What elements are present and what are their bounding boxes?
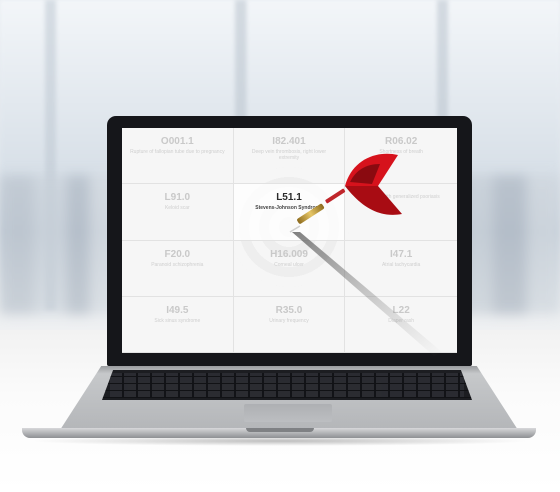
code-description: Rupture of fallopian tube due to pregnan… <box>130 149 225 155</box>
code-description: Keloid scar <box>164 205 190 212</box>
keyboard-key-rows <box>102 370 472 400</box>
code-description: …ments with generalized psoriasis <box>362 194 440 201</box>
code-label: I82.401 <box>272 136 306 147</box>
code-cell: O001.1 Rupture of fallopian tube due to p… <box>122 128 234 185</box>
code-cell: I49.5 Sick sinus syndrome <box>122 296 234 353</box>
code-label: H16.009 <box>270 248 308 260</box>
code-label: R06.02 <box>385 136 418 147</box>
code-label: L22 <box>392 304 410 316</box>
code-description: Deep vein thrombosis, right lower extrem… <box>251 149 327 161</box>
code-label: L91.0 <box>164 192 191 204</box>
code-label: O001.1 <box>160 136 194 147</box>
code-cell: …ments with generalized psoriasis <box>345 184 457 241</box>
code-cell: H16.009 Corneal ulcer <box>233 240 346 297</box>
code-label: F20.0 <box>164 248 191 260</box>
laptop-screen: O001.1 Rupture of fallopian tube due to p… <box>122 128 457 353</box>
code-label: I47.1 <box>390 248 413 260</box>
code-cell: I82.401 Deep vein thrombosis, right lower… <box>233 128 346 185</box>
code-description: Sick sinus syndrome <box>154 317 201 324</box>
code-description: Shortness of breath <box>379 149 423 155</box>
code-description: Paranoid schizophrenia <box>151 261 204 268</box>
code-cell: F20.0 Paranoid schizophrenia <box>122 240 234 297</box>
code-cell: L91.0 Keloid scar <box>122 184 234 241</box>
code-description: Atrial tachycardia <box>381 261 421 268</box>
code-label: I49.5 <box>166 304 189 316</box>
code-cell: R06.02 Shortness of breath <box>345 128 457 185</box>
code-description: Urinary frequency <box>269 317 309 324</box>
code-cell-target: L51.1 Stevens-Johnson Syndrome <box>233 184 346 241</box>
code-cell: R35.0 Urinary frequency <box>233 296 346 353</box>
code-description: Stevens-Johnson Syndrome <box>255 205 323 212</box>
laptop-trackpad <box>244 404 332 422</box>
code-cell: I47.1 Atrial tachycardia <box>345 241 457 297</box>
laptop-opening-notch <box>246 428 314 432</box>
code-description: Corneal ulcer <box>274 261 304 268</box>
code-cell: L22 Diaper rash <box>345 297 457 353</box>
diagnosis-code-grid: O001.1 Rupture of fallopian tube due to p… <box>122 128 457 353</box>
code-label: L51.1 <box>276 192 302 204</box>
code-description: Diaper rash <box>388 317 415 324</box>
code-label: R35.0 <box>275 304 303 316</box>
